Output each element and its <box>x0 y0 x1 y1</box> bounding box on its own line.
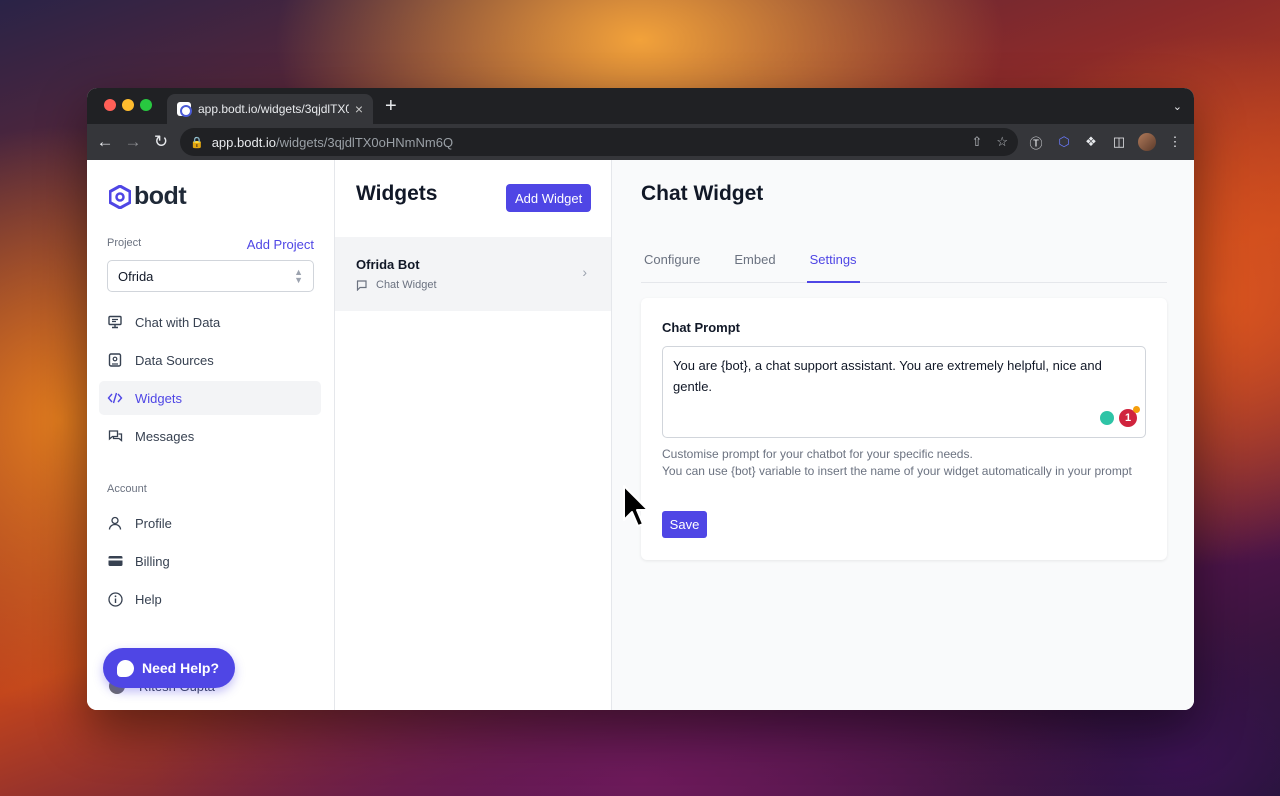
hint-line-2: You can use {bot} variable to insert the… <box>662 464 1132 478</box>
nav-item-widgets[interactable]: Widgets <box>99 381 321 415</box>
chat-widget-icon <box>356 279 367 291</box>
account-nav: Profile Billing Help <box>99 506 321 620</box>
project-select-value: Ofrida <box>118 268 154 284</box>
grammar-count-badge[interactable]: 1 <box>1119 406 1140 427</box>
widget-detail: Chat Widget Configure Embed Settings Cha… <box>612 160 1194 710</box>
tab-embed[interactable]: Embed <box>731 246 778 283</box>
address-bar[interactable]: 🔒 app.bodt.io/widgets/3qjdlTX0oHNmNm6Q ⇧… <box>180 128 1018 156</box>
detail-tabs: Configure Embed Settings <box>641 246 1167 283</box>
nav-item-help[interactable]: Help <box>99 582 321 616</box>
back-icon[interactable]: ← <box>91 132 119 152</box>
password-manager-icon[interactable]: Ⓣ <box>1025 131 1047 153</box>
lightbulb-icon[interactable] <box>1100 411 1114 425</box>
nav-item-profile[interactable]: Profile <box>99 506 321 540</box>
sidebar: bodt Project Add Project Ofrida ▲ ▼ Chat … <box>87 160 335 710</box>
add-widget-button[interactable]: Add Widget <box>506 184 592 212</box>
settings-card: Chat Prompt You are {bot}, a chat suppor… <box>641 298 1167 560</box>
minimize-window-button[interactable] <box>122 99 134 111</box>
chat-prompt-label: Chat Prompt <box>662 320 740 335</box>
widget-name: Ofrida Bot <box>356 257 420 272</box>
chat-bubble-icon <box>117 659 134 677</box>
tab-strip: app.bodt.io/widgets/3qjdlTX0 × + ⌄ <box>87 88 1194 124</box>
bookmark-star-icon[interactable]: ☆ <box>996 134 1008 150</box>
nav-item-label: Data Sources <box>135 352 214 368</box>
lock-icon: 🔒 <box>190 136 204 149</box>
browser-tab[interactable]: app.bodt.io/widgets/3qjdlTX0 × <box>167 94 373 124</box>
close-window-button[interactable] <box>104 99 116 111</box>
chat-prompt-value: You are {bot}, a chat support assistant.… <box>673 358 1102 394</box>
widget-list-item[interactable]: Ofrida Bot Chat Widget › <box>335 237 611 311</box>
chat-monitor-icon <box>107 315 123 329</box>
credit-card-icon <box>107 555 123 567</box>
bodt-logo-icon <box>109 184 131 209</box>
zoom-window-button[interactable] <box>140 99 152 111</box>
reload-icon[interactable]: ↻ <box>147 132 175 152</box>
profile-avatar[interactable] <box>1136 131 1158 153</box>
logo[interactable]: bodt <box>109 182 187 211</box>
hint-line-1: Customise prompt for your chatbot for yo… <box>662 447 973 461</box>
tab-title: app.bodt.io/widgets/3qjdlTX0 <box>198 102 349 116</box>
prompt-help-text: Customise prompt for your chatbot for yo… <box>662 446 1146 480</box>
chevron-up-down-icon: ▲ ▼ <box>294 267 303 285</box>
nav-item-billing[interactable]: Billing <box>99 544 321 578</box>
messages-icon <box>107 429 123 443</box>
nav-item-label: Chat with Data <box>135 314 221 330</box>
url-path: /widgets/3qjdlTX0oHNmNm6Q <box>276 134 454 150</box>
nav-item-label: Billing <box>135 553 170 569</box>
main-nav: Chat with Data Data Sources Widgets Mess… <box>99 305 321 457</box>
brand-name: bodt <box>134 182 187 210</box>
code-icon <box>107 391 123 405</box>
account-label: Account <box>107 483 147 495</box>
mouse-cursor-icon <box>623 485 649 527</box>
favicon-icon <box>177 102 192 117</box>
share-icon[interactable]: ⇧ <box>971 134 982 150</box>
nav-item-data-sources[interactable]: Data Sources <box>99 343 321 377</box>
project-select[interactable]: Ofrida ▲ ▼ <box>107 260 314 292</box>
browser-toolbar: ← → ↻ 🔒 app.bodt.io/widgets/3qjdlTX0oHNm… <box>87 124 1194 160</box>
app-root: bodt Project Add Project Ofrida ▲ ▼ Chat … <box>87 160 1194 710</box>
nav-item-label: Widgets <box>135 390 182 406</box>
info-icon <box>107 591 123 607</box>
nav-item-messages[interactable]: Messages <box>99 419 321 453</box>
nav-item-label: Help <box>135 591 162 607</box>
writing-assistant-badges[interactable]: 1 <box>1100 406 1140 427</box>
need-help-label: Need Help? <box>142 660 220 676</box>
database-icon <box>107 353 123 367</box>
new-tab-button[interactable]: + <box>385 96 397 116</box>
nav-item-chat-with-data[interactable]: Chat with Data <box>99 305 321 339</box>
nav-item-label: Messages <box>135 428 195 444</box>
widget-type: Chat Widget <box>356 279 437 291</box>
tab-search-icon[interactable]: ⌄ <box>1173 100 1182 113</box>
bodt-extension-icon[interactable]: ⬡ <box>1053 131 1075 153</box>
add-project-link[interactable]: Add Project <box>247 237 314 252</box>
forward-icon[interactable]: → <box>119 132 147 152</box>
side-panel-icon[interactable]: ◫ <box>1108 131 1130 153</box>
save-button[interactable]: Save <box>662 511 707 538</box>
extensions-puzzle-icon[interactable]: ❖ <box>1080 131 1102 153</box>
nav-item-label: Profile <box>135 515 172 531</box>
tab-configure[interactable]: Configure <box>641 246 703 283</box>
browser-window: app.bodt.io/widgets/3qjdlTX0 × + ⌄ ← → ↻… <box>87 88 1194 710</box>
tab-close-icon[interactable]: × <box>355 101 363 117</box>
widgets-panel: Widgets Add Widget Ofrida Bot Chat Widge… <box>335 160 612 710</box>
url-host: app.bodt.io <box>211 134 277 150</box>
tab-settings[interactable]: Settings <box>806 246 860 283</box>
project-label: Project <box>107 237 142 249</box>
widget-type-label: Chat Widget <box>376 279 437 291</box>
widgets-title: Widgets <box>356 182 438 205</box>
page-title: Chat Widget <box>641 182 764 205</box>
need-help-button[interactable]: Need Help? <box>103 648 236 688</box>
chevron-right-icon: › <box>582 264 587 280</box>
browser-menu-icon[interactable]: ⋮ <box>1164 131 1186 153</box>
user-icon <box>107 516 123 530</box>
chat-prompt-textarea[interactable]: You are {bot}, a chat support assistant.… <box>662 346 1146 438</box>
